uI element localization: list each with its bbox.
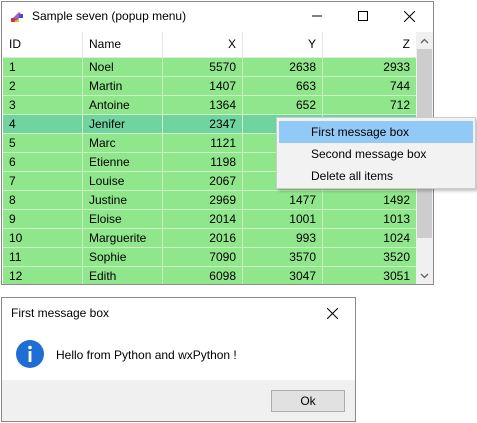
cell-name: Antoine: [83, 96, 163, 114]
chevron-up-icon: [420, 38, 429, 43]
column-header-id[interactable]: ID: [3, 32, 83, 57]
cell-x: 2067: [163, 172, 243, 190]
minimize-button[interactable]: [294, 2, 340, 30]
column-header-z[interactable]: Z: [323, 32, 417, 57]
cell-y: 663: [243, 77, 323, 95]
maximize-icon: [358, 11, 368, 21]
cell-id: 5: [3, 134, 83, 152]
menu-item-delete-all-items[interactable]: Delete all items: [279, 165, 473, 187]
cell-x: 2969: [163, 191, 243, 209]
cell-name: Etienne: [83, 153, 163, 171]
cell-y: 3570: [243, 248, 323, 266]
ok-button[interactable]: Ok: [271, 390, 345, 412]
window-title: Sample seven (popup menu): [32, 9, 187, 23]
cell-z: 712: [323, 96, 417, 114]
table-row[interactable]: 11 Sophie 7090 3570 3520: [3, 248, 417, 267]
cell-id: 12: [3, 267, 83, 284]
cell-x: 6098: [163, 267, 243, 284]
message-dialog: First message box Hello from Python and …: [1, 297, 356, 422]
cell-z: 1013: [323, 210, 417, 228]
cell-z: 1492: [323, 191, 417, 209]
table-row[interactable]: 12 Edith 6098 3047 3051: [3, 267, 417, 284]
cell-name: Martin: [83, 77, 163, 95]
cell-id: 1: [3, 58, 83, 76]
cell-id: 8: [3, 191, 83, 209]
cell-z: 3520: [323, 248, 417, 266]
cell-id: 9: [3, 210, 83, 228]
table-row[interactable]: 8 Justine 2969 1477 1492: [3, 191, 417, 210]
cell-y: 1477: [243, 191, 323, 209]
dialog-title: First message box: [11, 306, 110, 320]
cell-x: 1364: [163, 96, 243, 114]
column-header-y[interactable]: Y: [243, 32, 323, 57]
cell-z: 3051: [323, 267, 417, 284]
cell-z: 2933: [323, 58, 417, 76]
app-icon: [11, 12, 23, 22]
cell-y: 993: [243, 229, 323, 247]
table-row[interactable]: 2 Martin 1407 663 744: [3, 77, 417, 96]
maximize-button[interactable]: [340, 2, 386, 30]
table-row[interactable]: 3 Antoine 1364 652 712: [3, 96, 417, 115]
cell-id: 11: [3, 248, 83, 266]
list-header: ID Name X Y Z: [3, 32, 417, 58]
cell-x: 7090: [163, 248, 243, 266]
title-bar[interactable]: Sample seven (popup menu): [2, 2, 433, 30]
menu-item-second-message-box[interactable]: Second message box: [279, 143, 473, 165]
cell-id: 7: [3, 172, 83, 190]
cell-y: 652: [243, 96, 323, 114]
dialog-footer: Ok: [2, 380, 355, 421]
table-row[interactable]: 9 Eloise 2014 1001 1013: [3, 210, 417, 229]
close-button[interactable]: [386, 2, 432, 30]
table-row[interactable]: 1 Noel 5570 2638 2933: [3, 58, 417, 77]
column-header-name[interactable]: Name: [83, 32, 163, 57]
scroll-up-button[interactable]: [416, 32, 433, 49]
cell-x: 5570: [163, 58, 243, 76]
cell-y: 1001: [243, 210, 323, 228]
cell-x: 1198: [163, 153, 243, 171]
cell-name: Eloise: [83, 210, 163, 228]
cell-name: Noel: [83, 58, 163, 76]
cell-name: Edith: [83, 267, 163, 284]
menu-item-first-message-box[interactable]: First message box: [279, 121, 473, 143]
cell-name: Sophie: [83, 248, 163, 266]
info-icon: [16, 340, 44, 368]
cell-id: 10: [3, 229, 83, 247]
close-icon: [326, 307, 338, 319]
close-icon: [403, 10, 415, 22]
cell-z: 744: [323, 77, 417, 95]
cell-id: 6: [3, 153, 83, 171]
cell-x: 2347: [163, 115, 243, 133]
cell-name: Jenifer: [83, 115, 163, 133]
cell-x: 1121: [163, 134, 243, 152]
cell-y: 3047: [243, 267, 323, 284]
column-header-x[interactable]: X: [163, 32, 243, 57]
cell-id: 4: [3, 115, 83, 133]
dialog-message: Hello from Python and wxPython !: [56, 348, 237, 362]
cell-name: Justine: [83, 191, 163, 209]
cell-x: 2016: [163, 229, 243, 247]
cell-x: 2014: [163, 210, 243, 228]
cell-id: 3: [3, 96, 83, 114]
scroll-down-button[interactable]: [416, 267, 433, 284]
dialog-close-button[interactable]: [309, 298, 355, 328]
minimize-icon: [312, 15, 322, 17]
cell-z: 1024: [323, 229, 417, 247]
cell-id: 2: [3, 77, 83, 95]
chevron-down-icon: [420, 273, 429, 278]
context-menu: First message box Second message box Del…: [276, 117, 476, 189]
cell-y: 2638: [243, 58, 323, 76]
cell-x: 1407: [163, 77, 243, 95]
cell-name: Marguerite: [83, 229, 163, 247]
table-row[interactable]: 10 Marguerite 2016 993 1024: [3, 229, 417, 248]
cell-name: Louise: [83, 172, 163, 190]
cell-name: Marc: [83, 134, 163, 152]
